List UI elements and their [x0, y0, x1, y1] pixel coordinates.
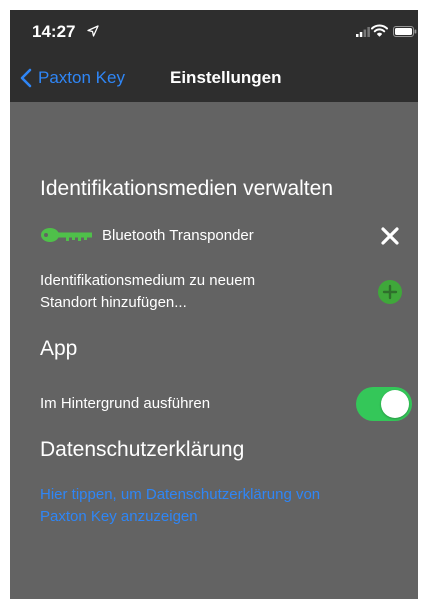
- add-medium-label: Identifikationsmedium zu neuem Standort …: [40, 270, 255, 314]
- settings-screen: 14:27 Paxton Key Einstellungen Identifik…: [10, 10, 418, 599]
- back-button[interactable]: Paxton Key: [20, 66, 125, 90]
- page-title: Einstellungen: [170, 68, 282, 87]
- privacy-policy-link[interactable]: Hier tippen, um Datenschutzerklärung von…: [40, 484, 390, 528]
- section-header-media: Identifikationsmedien verwalten: [40, 177, 333, 200]
- status-time: 14:27: [32, 22, 76, 41]
- toggle-knob: [381, 390, 409, 418]
- add-medium-button[interactable]: [378, 280, 402, 304]
- close-icon[interactable]: [380, 226, 400, 246]
- privacy-policy-link-line2: Paxton Key anzuzeigen: [40, 508, 198, 525]
- signal-bars-icon: [356, 27, 370, 37]
- battery-icon: [393, 26, 417, 37]
- plus-icon: [382, 284, 398, 300]
- background-mode-toggle[interactable]: [356, 387, 412, 421]
- location-arrow-icon: [87, 25, 99, 37]
- add-medium-label-line2: Standort hinzufügen...: [40, 294, 187, 311]
- add-medium-label-line1: Identifikationsmedium zu neuem: [40, 272, 256, 289]
- privacy-policy-link-line1: Hier tippen, um Datenschutzerklärung von: [40, 486, 321, 503]
- back-button-label: Paxton Key: [38, 68, 125, 87]
- key-icon: [41, 228, 92, 242]
- section-header-app: App: [40, 337, 78, 360]
- section-header-privacy: Datenschutzerklärung: [40, 438, 245, 461]
- chevron-left-icon: [20, 68, 32, 88]
- wifi-icon: [371, 24, 388, 37]
- background-mode-label: Im Hintergrund ausführen: [40, 395, 211, 412]
- navigation-bar: Paxton Key Einstellungen: [10, 54, 418, 102]
- bluetooth-transponder-label: Bluetooth Transponder: [102, 227, 254, 244]
- status-bar: 14:27: [10, 10, 418, 54]
